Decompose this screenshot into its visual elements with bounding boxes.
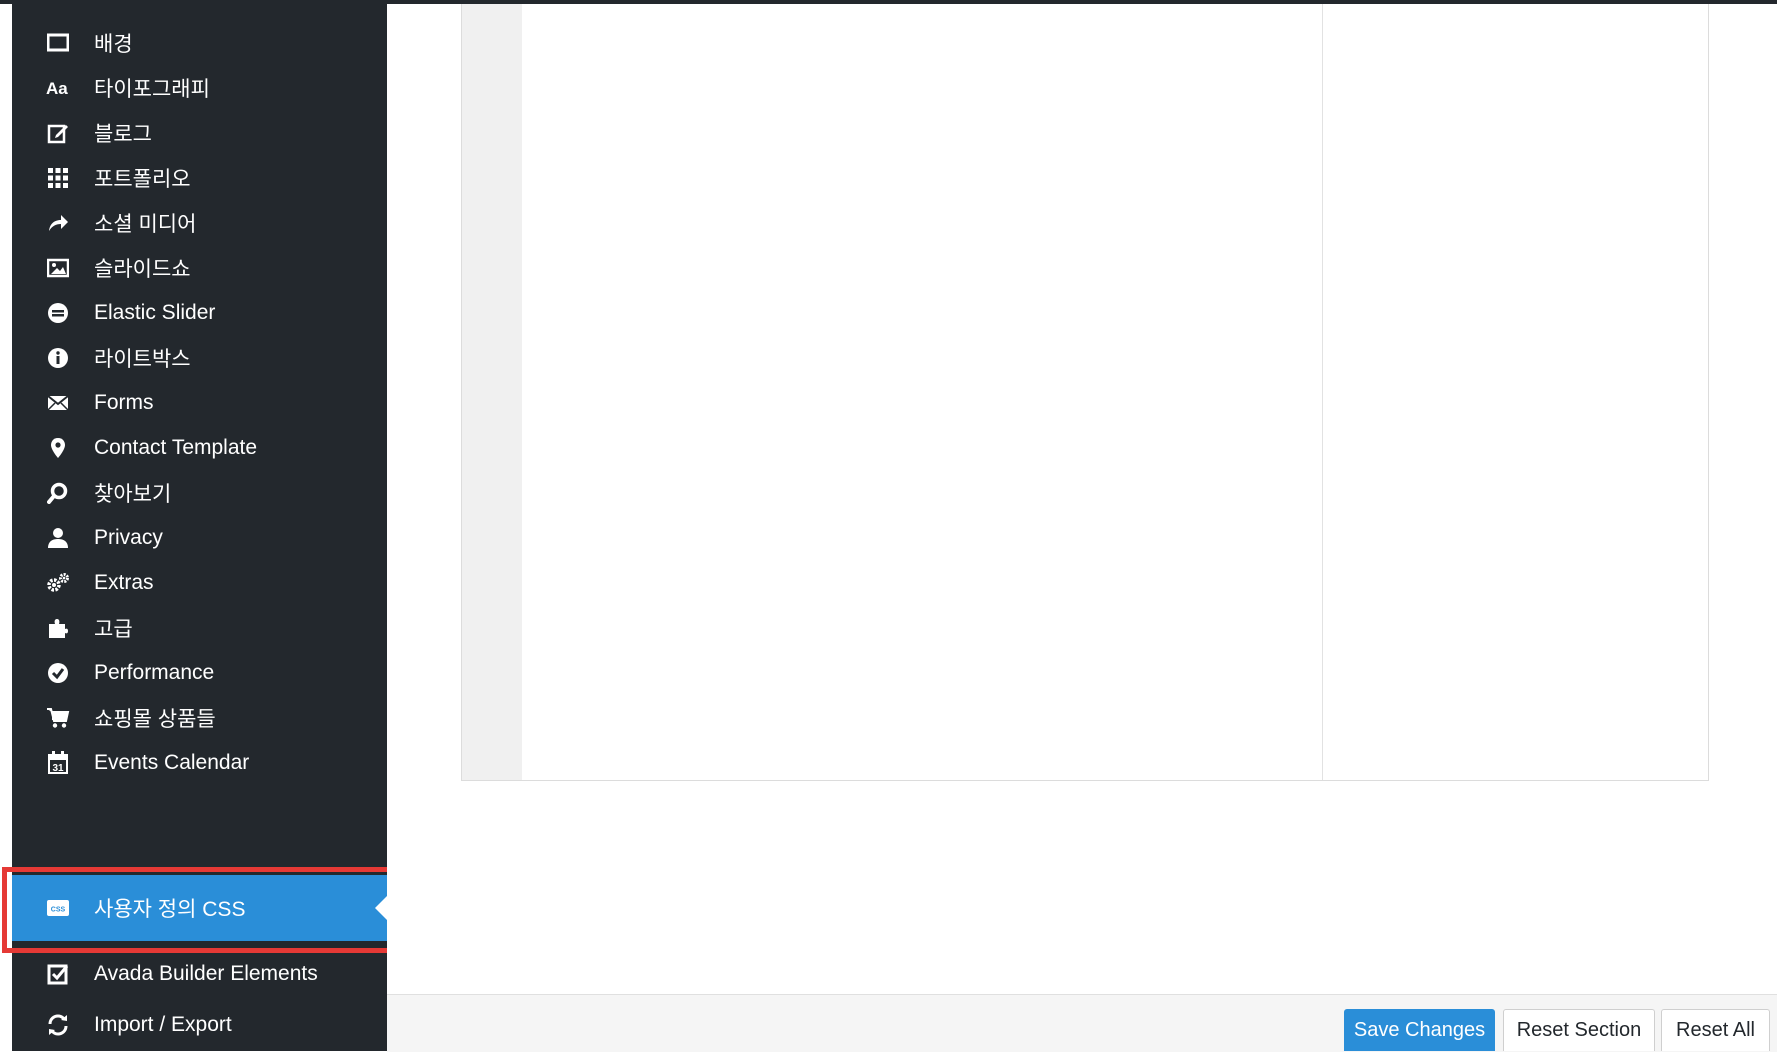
- sidebar-item-label: 쇼핑몰 상품들: [94, 707, 216, 731]
- user-icon: [46, 526, 70, 550]
- puzzle-icon: [46, 616, 70, 640]
- sidebar-item-background[interactable]: 배경: [12, 17, 387, 68]
- sidebar-item-social-media[interactable]: 소셜 미디어: [12, 197, 387, 248]
- svg-text:CSS: CSS: [51, 907, 66, 914]
- sidebar-item-extras[interactable]: Extras: [12, 557, 387, 608]
- sidebar-item-portfolio[interactable]: 포트폴리오: [12, 152, 387, 203]
- typography-icon: Aa: [46, 76, 70, 100]
- sidebar-item-label: 타이포그래피: [94, 77, 210, 101]
- sidebar-item-import-export[interactable]: Import / Export: [12, 999, 387, 1050]
- calendar-icon: 31: [46, 750, 70, 775]
- cart-icon: [46, 706, 70, 730]
- left-edge-strip: [0, 4, 12, 1051]
- share-arrow-icon: [46, 211, 70, 235]
- sidebar-item-label: Avada Builder Elements: [94, 961, 318, 985]
- editor-line-gutter: [462, 4, 522, 780]
- checkbox-icon: [46, 962, 70, 986]
- refresh-icon: [46, 1013, 70, 1037]
- sidebar-item-contact-template[interactable]: Contact Template: [12, 422, 387, 473]
- editor-divider: [1322, 4, 1323, 780]
- reset-section-button[interactable]: Reset Section: [1503, 1009, 1655, 1051]
- save-changes-button[interactable]: Save Changes: [1344, 1009, 1495, 1051]
- sidebar-item-label: Import / Export: [94, 1012, 232, 1036]
- css-code-editor[interactable]: [461, 4, 1709, 781]
- sidebar-item-label: 사용자 정의 CSS: [94, 898, 246, 921]
- sidebar-item-label: Contact Template: [94, 435, 258, 459]
- sidebar-item-avada-builder-elements[interactable]: Avada Builder Elements: [12, 948, 387, 999]
- sidebar-item-custom-css[interactable]: CSS 사용자 정의 CSS: [12, 875, 387, 941]
- sidebar-item-label: Events Calendar: [94, 750, 250, 774]
- sidebar-item-forms[interactable]: Forms: [12, 377, 387, 428]
- sidebar-item-label: Extras: [94, 570, 154, 594]
- css-icon: CSS: [46, 896, 70, 920]
- sidebar-item-label: Forms: [94, 390, 154, 414]
- grid-icon: [46, 166, 70, 190]
- sidebar-item-privacy[interactable]: Privacy: [12, 512, 387, 563]
- sidebar-item-blog[interactable]: 블로그: [12, 107, 387, 158]
- reset-all-button[interactable]: Reset All: [1661, 1009, 1770, 1051]
- sidebar-item-search[interactable]: 찾아보기: [12, 467, 387, 518]
- envelope-icon: [46, 391, 70, 415]
- options-sidebar: 배경 Aa 타이포그래피 블로그 포트폴리오 소셜 미디어 슬라이드쇼 Elas…: [12, 4, 387, 1051]
- sidebar-item-events-calendar[interactable]: 31 Events Calendar: [12, 737, 387, 788]
- info-icon: [46, 346, 70, 370]
- sidebar-item-advanced[interactable]: 고급: [12, 602, 387, 653]
- sidebar-item-typography[interactable]: Aa 타이포그래피: [12, 62, 387, 113]
- active-indicator-arrow: [375, 896, 387, 920]
- sidebar-item-performance[interactable]: Performance: [12, 647, 387, 698]
- check-circle-icon: [46, 661, 70, 685]
- image-icon: [46, 256, 70, 280]
- gears-icon: [46, 571, 70, 595]
- sidebar-item-label: 소셜 미디어: [94, 212, 197, 236]
- sidebar-item-shop-products[interactable]: 쇼핑몰 상품들: [12, 692, 387, 743]
- sidebar-item-label: 라이트박스: [94, 347, 191, 371]
- map-pin-icon: [46, 436, 70, 460]
- sidebar-item-slideshow[interactable]: 슬라이드쇼: [12, 242, 387, 293]
- monitor-icon: [46, 31, 70, 55]
- sidebar-item-label: 포트폴리오: [94, 167, 191, 191]
- slider-icon: [46, 301, 70, 325]
- sidebar-item-label: Elastic Slider: [94, 300, 216, 324]
- search-icon: [46, 481, 70, 505]
- sidebar-item-lightbox[interactable]: 라이트박스: [12, 332, 387, 383]
- sidebar-item-label: Privacy: [94, 525, 163, 549]
- sidebar-item-elastic-slider[interactable]: Elastic Slider: [12, 287, 387, 338]
- sidebar-item-label: 블로그: [94, 122, 152, 146]
- edit-icon: [46, 121, 70, 145]
- svg-text:31: 31: [52, 763, 64, 774]
- svg-text:Aa: Aa: [46, 79, 68, 98]
- sidebar-item-label: Performance: [94, 660, 215, 684]
- sidebar-item-label: 슬라이드쇼: [94, 257, 191, 281]
- sidebar-item-label: 고급: [94, 617, 133, 641]
- sidebar-item-label: 배경: [94, 32, 133, 56]
- sidebar-item-label: 찾아보기: [94, 482, 172, 506]
